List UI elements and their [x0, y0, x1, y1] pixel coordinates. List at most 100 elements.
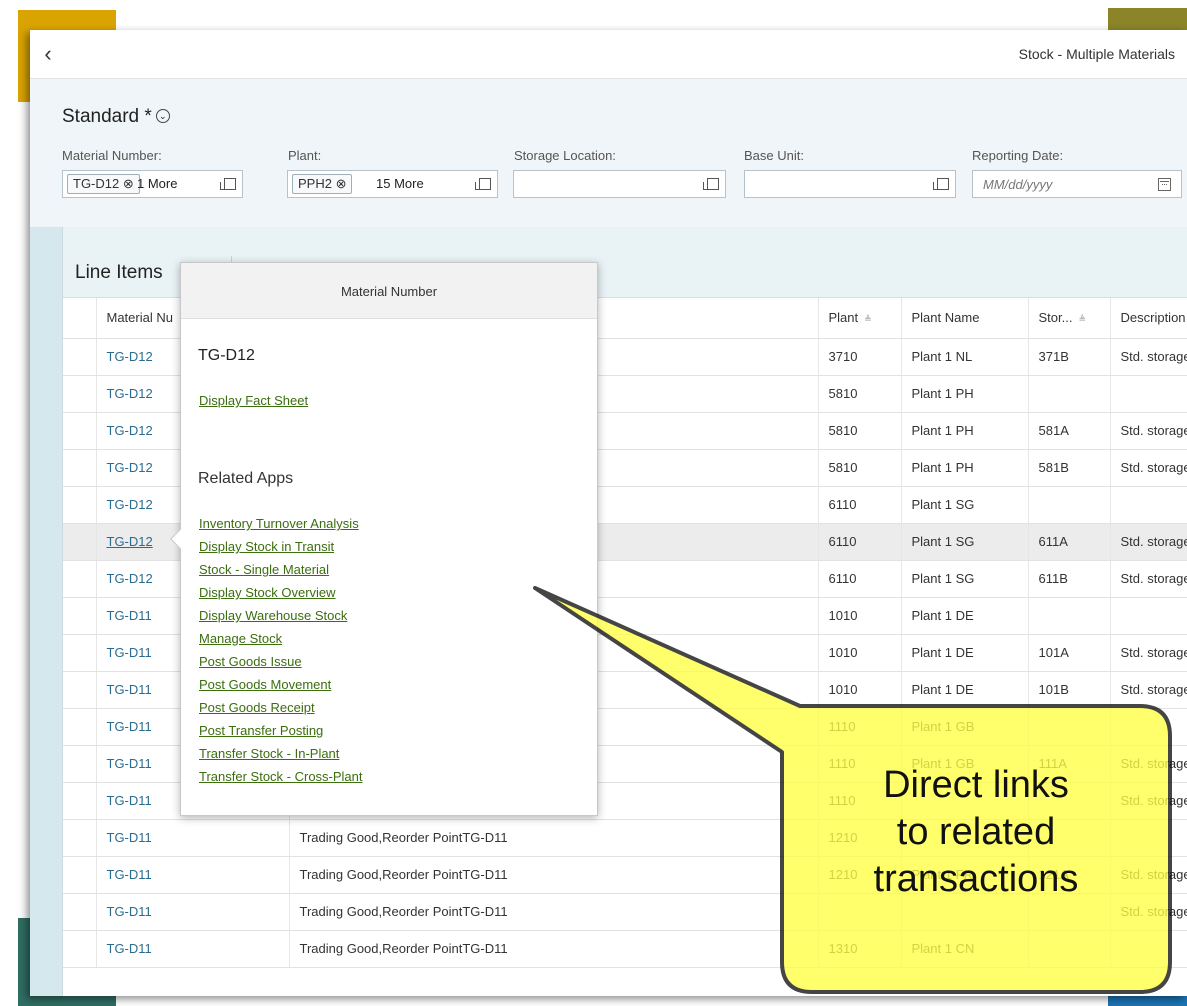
cell-description: Std. storage: [1110, 412, 1187, 450]
cell-storage: 101B: [1028, 671, 1111, 709]
select-all-cell[interactable]: [63, 298, 97, 339]
value-help-icon[interactable]: [703, 178, 719, 190]
cell-storage: 581A: [1028, 412, 1111, 450]
chevron-down-circle-icon[interactable]: ⌄: [155, 109, 170, 123]
cell-description: [1110, 375, 1187, 413]
reporting-date-field[interactable]: MM/dd/yyyy: [972, 170, 1182, 198]
cell-description: Std. storage: [1110, 338, 1187, 376]
row-select-cell[interactable]: [63, 856, 97, 894]
cell-material[interactable]: TG-D11: [96, 930, 290, 968]
row-select-cell[interactable]: [63, 782, 97, 820]
row-select-cell[interactable]: [63, 930, 97, 968]
material-token[interactable]: TG-D12 ⊗: [67, 174, 140, 194]
reporting-date-label: Reporting Date:: [972, 148, 1064, 163]
cell-material[interactable]: TG-D11: [96, 856, 290, 894]
column-header-description[interactable]: Description: [1110, 298, 1187, 339]
related-app-link[interactable]: Post Goods Receipt: [199, 700, 363, 723]
cell-description: Std. storage: [1110, 671, 1187, 709]
cell-description: [1110, 930, 1187, 968]
row-select-cell[interactable]: [63, 745, 97, 783]
variant-selector[interactable]: Standard * ⌄: [62, 106, 170, 128]
cell-text: Trading Good,Reorder PointTG-D11: [289, 893, 819, 931]
value-help-icon[interactable]: [220, 178, 236, 190]
related-app-link[interactable]: Post Transfer Posting: [199, 723, 363, 746]
row-select-cell[interactable]: [63, 449, 97, 487]
cell-plant: 1010: [818, 671, 902, 709]
display-fact-sheet-link[interactable]: Display Fact Sheet: [199, 393, 308, 408]
row-select-cell[interactable]: [63, 560, 97, 598]
cell-storage: 371B: [1028, 338, 1111, 376]
plant-token[interactable]: PPH2 ⊗: [292, 174, 353, 194]
date-placeholder: MM/dd/yyyy: [983, 177, 1053, 192]
cell-plant-name: Plant 1 PH: [901, 375, 1029, 413]
plant-more-link[interactable]: 15 More: [376, 176, 424, 191]
column-header-storage[interactable]: Stor... ≜: [1028, 298, 1111, 339]
row-select-cell[interactable]: [63, 412, 97, 450]
related-app-link[interactable]: Manage Stock: [199, 631, 363, 654]
cell-storage: [1028, 486, 1111, 524]
row-select-cell[interactable]: [63, 634, 97, 672]
material-more-link[interactable]: 1 More: [137, 176, 177, 191]
base-unit-field[interactable]: [744, 170, 956, 198]
tab-line-items[interactable]: Line Items: [75, 262, 163, 284]
cell-description: Std. storage: [1110, 523, 1187, 561]
row-select-cell[interactable]: [63, 893, 97, 931]
cell-plant-name: Plant 1 CN: [901, 930, 1029, 968]
cell-plant-name: Plant 1 NL: [901, 338, 1029, 376]
cell-storage: [1028, 708, 1111, 746]
filter-bar: Standard * ⌄ Material Number: TG-D12 ⊗ 1 …: [30, 79, 1187, 227]
row-select-cell[interactable]: [63, 523, 97, 561]
storage-location-field[interactable]: [513, 170, 726, 198]
related-app-link[interactable]: Post Goods Movement: [199, 677, 363, 700]
cell-plant: 1310: [818, 930, 902, 968]
value-help-icon[interactable]: [475, 178, 491, 190]
chevron-left-icon: ‹: [44, 41, 52, 66]
related-app-link[interactable]: Stock - Single Material: [199, 562, 363, 585]
cell-plant-name: Plant 1 SG: [901, 486, 1029, 524]
base-unit-label: Base Unit:: [744, 148, 804, 163]
material-number-field[interactable]: TG-D12 ⊗ 1 More: [62, 170, 243, 198]
cell-plant: 6110: [818, 560, 902, 598]
cell-description: [1110, 486, 1187, 524]
related-app-link[interactable]: Inventory Turnover Analysis: [199, 516, 363, 539]
row-select-cell[interactable]: [63, 375, 97, 413]
popover-title: Material Number: [340, 284, 438, 299]
material-number-label: Material Number:: [62, 148, 162, 163]
callout-line: Direct links: [883, 764, 1069, 806]
cell-plant: 6110: [818, 523, 902, 561]
back-button[interactable]: ‹: [36, 42, 60, 66]
related-app-link[interactable]: Display Warehouse Stock: [199, 608, 363, 631]
related-app-link[interactable]: Transfer Stock - Cross-Plant: [199, 769, 363, 792]
cell-plant-name: Plant 1 SG: [901, 523, 1029, 561]
plant-field[interactable]: PPH2 ⊗ 15 More: [287, 170, 498, 198]
cell-material[interactable]: TG-D11: [96, 819, 290, 857]
popover-material: TG-D12: [198, 347, 255, 364]
cell-plant: 1010: [818, 634, 902, 672]
row-select-cell[interactable]: [63, 708, 97, 746]
row-select-cell[interactable]: [63, 671, 97, 709]
cell-text: Trading Good,Reorder PointTG-D11: [289, 819, 819, 857]
cell-description: [1110, 708, 1187, 746]
table-row[interactable]: TG-D11 Trading Good,Reorder PointTG-D11 13…: [63, 930, 1187, 968]
row-select-cell[interactable]: [63, 597, 97, 635]
cell-description: Std. storage: [1110, 634, 1187, 672]
related-app-link[interactable]: Post Goods Issue: [199, 654, 363, 677]
callout-line: transactions: [873, 858, 1079, 900]
sort-icon: ≜: [1078, 314, 1087, 325]
value-help-icon[interactable]: [933, 178, 949, 190]
related-app-link[interactable]: Transfer Stock - In-Plant: [199, 746, 363, 769]
column-header-plant[interactable]: Plant ≜: [818, 298, 902, 339]
cell-description: [1110, 597, 1187, 635]
row-select-cell[interactable]: [63, 338, 97, 376]
row-select-cell[interactable]: [63, 819, 97, 857]
cell-material[interactable]: TG-D11: [96, 893, 290, 931]
related-app-link[interactable]: Display Stock in Transit: [199, 539, 363, 562]
column-header-plant-name[interactable]: Plant Name: [901, 298, 1029, 339]
cell-storage: [1028, 930, 1111, 968]
calendar-icon[interactable]: [1158, 178, 1171, 191]
cell-storage: [1028, 375, 1111, 413]
cell-description: Std. storage: [1110, 560, 1187, 598]
cell-plant: 1110: [818, 708, 902, 746]
row-select-cell[interactable]: [63, 486, 97, 524]
related-app-link[interactable]: Display Stock Overview: [199, 585, 363, 608]
